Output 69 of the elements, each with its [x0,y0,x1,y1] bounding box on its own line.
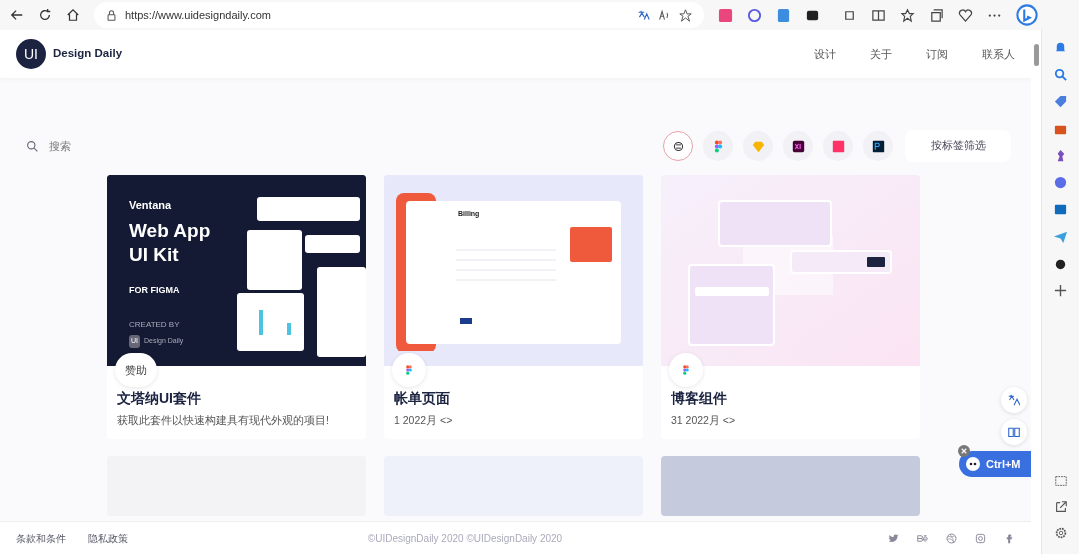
reload-icon[interactable] [38,8,52,22]
facebook-icon[interactable] [1004,532,1015,544]
address-bar[interactable]: https://www.uidesigndaily.com [94,2,704,28]
copyright-text: ©UIDesignDaily 2020 ©UIDesignDaily 2020 [366,531,564,546]
footer-link[interactable]: 条款和条件 [16,530,66,546]
robot-icon [965,456,981,472]
external-link-icon[interactable] [1053,500,1068,514]
instagram-icon[interactable] [975,532,986,544]
behance-icon[interactable] [917,532,928,544]
search-icon [26,139,39,153]
figma-icon [681,364,691,376]
card-title: 文塔纳UI套件 [117,389,202,408]
heart-icon[interactable] [958,7,973,23]
collections-icon[interactable] [929,7,944,23]
photoshop-icon [871,139,885,153]
tag-icon[interactable] [1053,94,1068,109]
back-icon[interactable] [10,8,24,22]
shortcut-button[interactable]: Ctrl+M [959,451,1031,477]
close-button[interactable] [958,445,970,457]
tool-label: FOR FIGMA [129,283,181,297]
headline: Web App [129,218,211,243]
outlook-icon[interactable] [1053,202,1068,217]
book-icon [1008,426,1020,438]
invision-icon [831,139,845,153]
logo-text[interactable]: Design Daily [53,45,123,63]
home-icon[interactable] [66,8,80,22]
translate-icon[interactable] [637,8,650,22]
nav-link[interactable]: 联系人 [982,45,1015,63]
scrollbar-thumb[interactable] [1033,44,1039,66]
card-subtitle: 31 2022月 <> [671,413,737,428]
split-screen-icon[interactable] [871,7,886,23]
close-icon [961,448,967,454]
translate-icon [1008,394,1020,406]
footer-link[interactable]: 隐私政策 [88,530,128,546]
xd-icon [791,139,805,153]
nav-link[interactable]: 设计 [814,45,836,63]
favorites-icon[interactable] [900,7,915,23]
read-aloud-icon[interactable] [658,8,671,22]
favorite-star-icon[interactable] [679,8,692,22]
logo-mark[interactable]: UI [16,39,46,69]
filter-button[interactable] [863,131,893,161]
card-title: 帐单页面 [394,389,451,408]
card-subtitle: 获取此套件以快速构建具有现代外观的项目! [117,413,330,428]
reader-button[interactable] [1001,419,1027,445]
search-field[interactable]: 搜索 [47,136,167,156]
sponsor-badge: 赞助 [115,353,157,387]
nav-link[interactable]: 关于 [870,45,892,63]
figma-icon [404,364,414,376]
translate-button[interactable] [1001,387,1027,413]
copilot-icon[interactable] [1016,4,1038,26]
filter-by-tag-button[interactable]: 按标签筛选 [905,130,1011,162]
dribbble-icon[interactable] [946,532,957,544]
nav-link[interactable]: 订阅 [926,45,948,63]
diamond-icon [751,139,765,153]
card-subtitle: 1 2022月 <> [394,413,454,428]
search-icon[interactable] [1053,67,1068,82]
twitter-icon[interactable] [888,532,899,544]
plus-icon[interactable] [1053,283,1068,298]
all-tools-icon [671,139,685,153]
screenshot-icon[interactable] [1053,474,1068,488]
brand-text: Ventana [129,198,173,213]
credit-label: CREATED BY [129,319,181,332]
filter-button[interactable] [783,131,813,161]
headline: UI Kit [129,243,180,268]
lock-icon [106,9,117,21]
settings-icon[interactable] [1053,526,1068,540]
circle-icon[interactable] [1053,175,1068,190]
send-icon[interactable] [1053,229,1068,244]
card-title: 博客组件 [671,389,728,408]
